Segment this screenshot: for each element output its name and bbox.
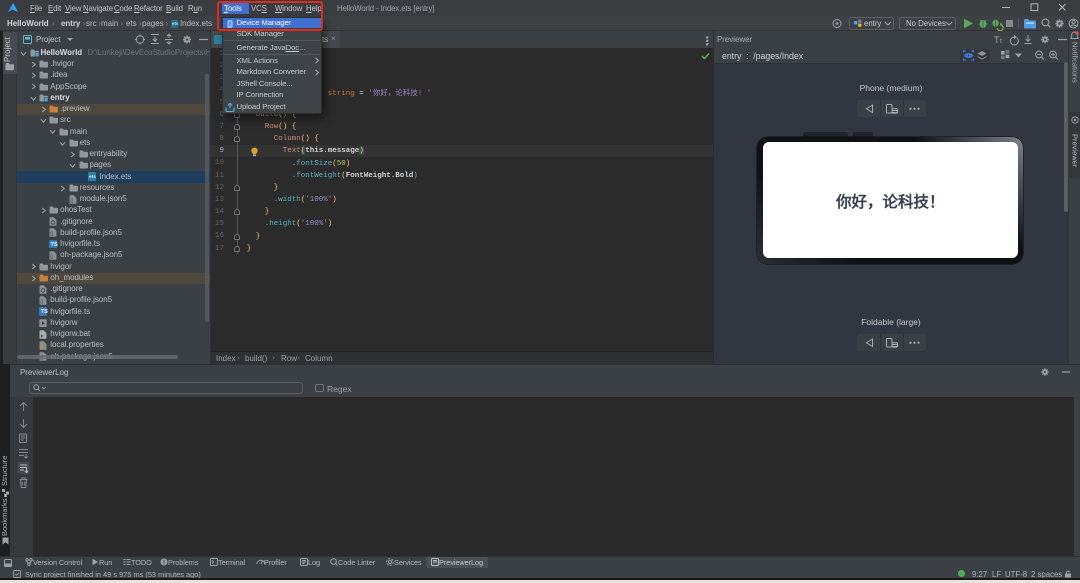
svg-text:{}: {} <box>50 231 54 236</box>
svg-text:{}: {} <box>70 198 74 203</box>
svg-text:{}: {} <box>40 299 44 304</box>
svg-text:{}: {} <box>50 254 54 259</box>
svg-text:t: t <box>1000 38 1002 45</box>
